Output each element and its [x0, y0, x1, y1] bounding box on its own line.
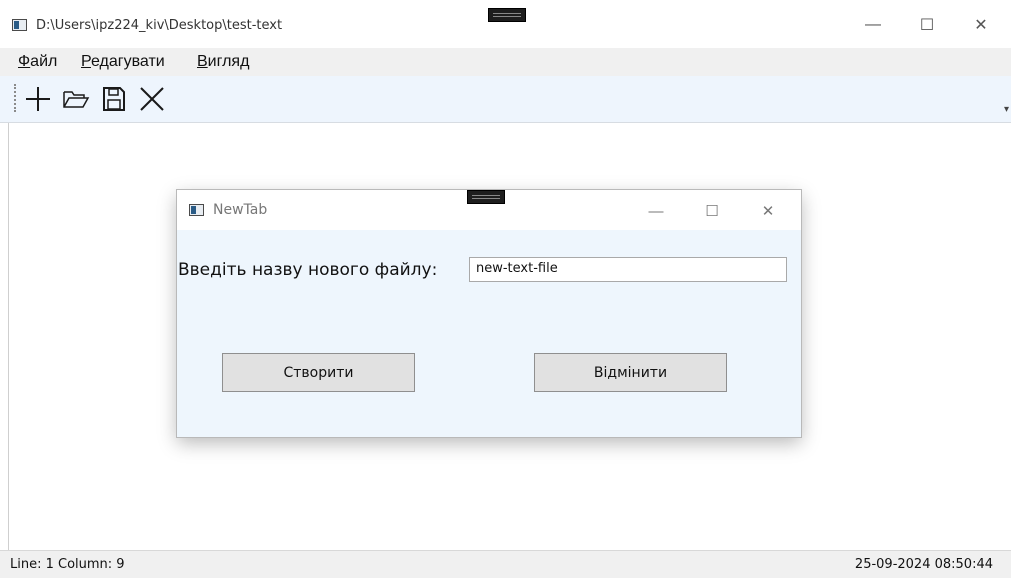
- close-button[interactable]: ✕: [958, 8, 1004, 42]
- dialog-app-icon: [189, 204, 204, 216]
- dialog-drag-handle-icon[interactable]: [467, 190, 505, 204]
- status-datetime: 25-09-2024 08:50:44: [854, 557, 993, 572]
- window-titlebar[interactable]: D:\Users\ipz224_kiv\Desktop\test-text — …: [0, 0, 1011, 48]
- new-button[interactable]: [24, 83, 52, 115]
- menu-edit-accel: Р: [81, 53, 91, 70]
- menu-bar: Файл Редагувати Вигляд: [0, 48, 1011, 76]
- toolbar: ▾: [0, 76, 1011, 123]
- menu-file[interactable]: Файл: [18, 53, 57, 71]
- minimize-button[interactable]: —: [850, 8, 896, 42]
- open-button[interactable]: [62, 83, 90, 115]
- window-title: D:\Users\ipz224_kiv\Desktop\test-text: [36, 18, 283, 33]
- file-name-input[interactable]: new-text-file: [469, 257, 787, 282]
- menu-file-accel: Ф: [18, 53, 31, 70]
- dialog-close-button[interactable]: ✕: [745, 196, 791, 226]
- close-icon: [140, 87, 164, 111]
- menu-view-label: игляд: [207, 53, 250, 70]
- cursor-position: Line: 1 Column: 9: [10, 557, 125, 572]
- new-tab-dialog: NewTab — ☐ ✕ Введіть назву нового файлу:…: [177, 190, 801, 437]
- dialog-title: NewTab: [213, 202, 268, 218]
- dialog-minimize-button[interactable]: —: [633, 196, 679, 226]
- menu-edit-label: едагувати: [90, 53, 165, 70]
- maximize-button[interactable]: ☐: [904, 8, 950, 42]
- open-folder-icon: [63, 91, 90, 108]
- menu-view-accel: В: [197, 53, 208, 70]
- save-icon: [103, 87, 125, 111]
- save-button[interactable]: [100, 83, 128, 115]
- editor-border: [8, 123, 9, 550]
- new-icon: [26, 87, 50, 111]
- menu-file-label: айл: [30, 53, 58, 70]
- create-button[interactable]: Створити: [222, 353, 415, 392]
- close-file-button[interactable]: [138, 83, 166, 115]
- drag-handle-icon[interactable]: [488, 8, 526, 22]
- toolbar-overflow-button[interactable]: ▾: [1004, 104, 1009, 115]
- menu-edit[interactable]: Редагувати: [81, 53, 165, 71]
- menu-view[interactable]: Вигляд: [197, 53, 249, 71]
- toolbar-grip[interactable]: [14, 84, 18, 112]
- dialog-titlebar[interactable]: NewTab — ☐ ✕: [177, 190, 801, 230]
- dialog-maximize-button[interactable]: ☐: [689, 196, 735, 226]
- app-icon: [12, 19, 27, 31]
- status-bar: Line: 1 Column: 9 25-09-2024 08:50:44: [0, 550, 1011, 578]
- file-name-label: Введіть назву нового файлу:: [178, 260, 438, 280]
- cancel-button[interactable]: Відмінити: [534, 353, 727, 392]
